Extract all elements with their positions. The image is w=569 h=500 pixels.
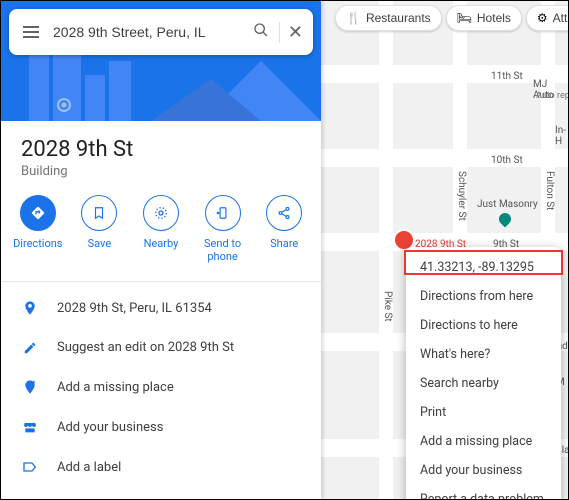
save-label: Save bbox=[88, 237, 112, 250]
poi-mj-auto-sub: Auto rep bbox=[536, 91, 569, 101]
action-row: Directions Save Nearby Send to phone Sha… bbox=[1, 187, 321, 282]
location-pin-icon bbox=[21, 300, 39, 316]
suggest-edit-row[interactable]: Suggest an edit on 2028 9th St bbox=[1, 328, 321, 367]
restaurants-icon: 🍴 bbox=[346, 11, 361, 25]
quick-filters: 🍴 Restaurants 🛏 Hotels ⚙ Attractions bbox=[335, 5, 569, 31]
add-place-icon: + bbox=[21, 379, 39, 395]
svg-text:+: + bbox=[32, 379, 36, 386]
context-add-business[interactable]: Add your business bbox=[406, 456, 561, 485]
filter-attractions-label: Attractions bbox=[553, 11, 569, 25]
context-report-problem[interactable]: Report a data problem bbox=[406, 485, 561, 500]
filter-restaurants-label: Restaurants bbox=[366, 11, 431, 25]
poi-pin-icon[interactable] bbox=[497, 211, 514, 228]
place-title: 2028 9th St bbox=[21, 137, 301, 162]
context-add-missing[interactable]: Add a missing place bbox=[406, 427, 561, 456]
filter-attractions[interactable]: ⚙ Attractions bbox=[526, 5, 569, 31]
address-row[interactable]: 2028 9th St, Peru, IL 61354 bbox=[1, 288, 321, 328]
place-sidebar: ✕ 2028 9th St Building Directions bbox=[1, 1, 321, 500]
storefront-icon bbox=[21, 419, 39, 435]
search-input[interactable] bbox=[53, 24, 243, 40]
share-label: Share bbox=[270, 237, 298, 250]
nearby-button[interactable]: Nearby bbox=[132, 195, 190, 263]
label-icon bbox=[21, 459, 39, 475]
close-icon[interactable]: ✕ bbox=[279, 22, 303, 43]
save-button[interactable]: Save bbox=[70, 195, 128, 263]
context-search-nearby[interactable]: Search nearby bbox=[406, 369, 561, 398]
title-area: 2028 9th St Building bbox=[1, 121, 321, 187]
app-frame: 11th St 10th St 9th St 2028 9th St Pike … bbox=[0, 0, 569, 500]
poi-just-masonry[interactable]: Just Masonry bbox=[477, 199, 538, 210]
add-business-row[interactable]: Add your business bbox=[1, 407, 321, 447]
add-label-text: Add a label bbox=[57, 460, 121, 475]
context-directions-to[interactable]: Directions to here bbox=[406, 311, 561, 340]
add-missing-place-row[interactable]: + Add a missing place bbox=[1, 367, 321, 407]
filter-hotels-label: Hotels bbox=[477, 11, 511, 25]
street-fulton: Fulton St bbox=[544, 171, 555, 210]
search-bar: ✕ bbox=[9, 9, 313, 55]
directions-button[interactable]: Directions bbox=[9, 195, 67, 263]
share-button[interactable]: Share bbox=[255, 195, 313, 263]
hotels-icon: 🛏 bbox=[457, 11, 472, 25]
send-to-phone-button[interactable]: Send to phone bbox=[194, 195, 252, 263]
map-context-menu: 41.33213, -89.13295 Directions from here… bbox=[406, 247, 561, 500]
add-missing-text: Add a missing place bbox=[57, 380, 174, 395]
search-icon[interactable] bbox=[253, 22, 269, 42]
poi-inh[interactable]: In-H bbox=[555, 125, 569, 147]
place-type: Building bbox=[21, 164, 301, 179]
send-label: Send to phone bbox=[194, 237, 252, 263]
context-directions-from[interactable]: Directions from here bbox=[406, 282, 561, 311]
context-print[interactable]: Print bbox=[406, 398, 561, 427]
details-list: 2028 9th St, Peru, IL 61354 Suggest an e… bbox=[1, 282, 321, 493]
street-schuyler: Schuyler St bbox=[456, 171, 467, 221]
nearby-label: Nearby bbox=[144, 237, 179, 250]
filter-hotels[interactable]: 🛏 Hotels bbox=[446, 5, 522, 31]
address-text: 2028 9th St, Peru, IL 61354 bbox=[57, 301, 212, 316]
directions-label: Directions bbox=[13, 237, 62, 250]
street-11th: 11th St bbox=[491, 71, 523, 82]
suggest-edit-text: Suggest an edit on 2028 9th St bbox=[57, 340, 234, 355]
add-label-row[interactable]: Add a label bbox=[1, 447, 321, 487]
pencil-icon bbox=[21, 341, 39, 355]
add-business-text: Add your business bbox=[57, 420, 163, 435]
street-10th: 10th St bbox=[491, 155, 523, 166]
street-pike: Pike St bbox=[382, 291, 393, 322]
context-whats-here[interactable]: What's here? bbox=[406, 340, 561, 369]
filter-restaurants[interactable]: 🍴 Restaurants bbox=[335, 5, 442, 31]
attractions-icon: ⚙ bbox=[537, 11, 548, 25]
context-coords[interactable]: 41.33213, -89.13295 bbox=[406, 253, 561, 282]
menu-icon[interactable] bbox=[19, 22, 43, 42]
